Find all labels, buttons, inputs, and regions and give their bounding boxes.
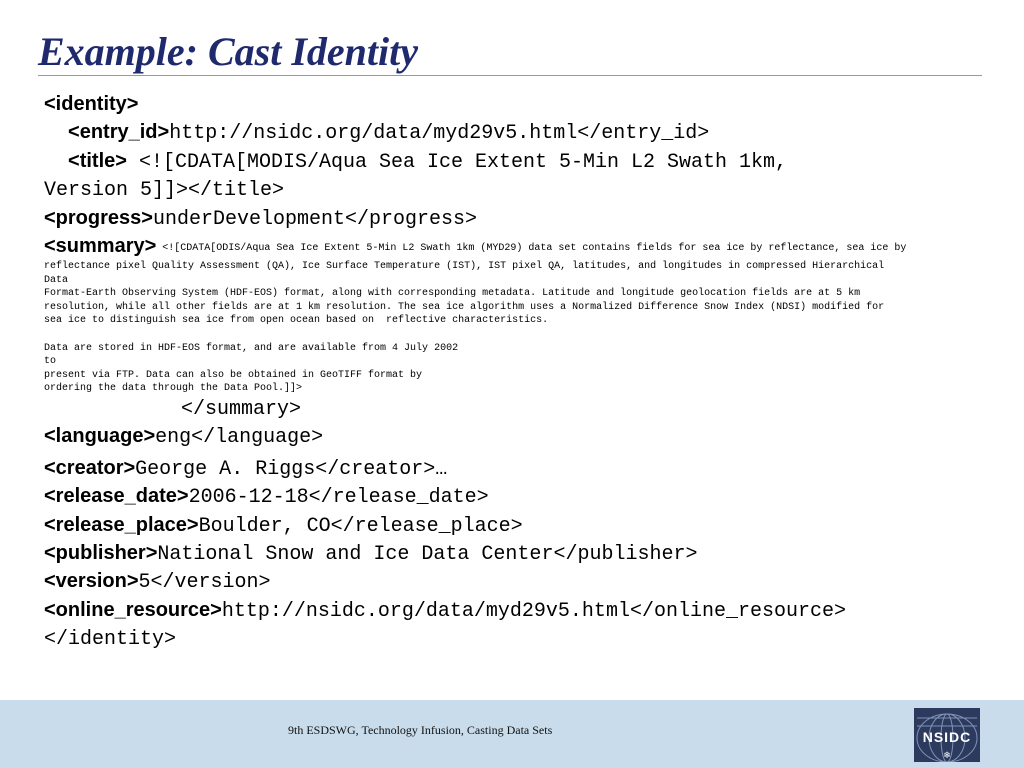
- xml-line-publisher: <publisher>National Snow and Ice Data Ce…: [44, 542, 698, 566]
- xml-line-identity-close: </identity>: [44, 628, 177, 652]
- xml-tag: <title>: [68, 149, 127, 172]
- footer-text: 9th ESDSWG, Technology Infusion, Casting…: [288, 723, 553, 737]
- xml-tag: <release_date>: [44, 485, 189, 508]
- xml-line-progress: <progress>underDevelopment</progress>: [44, 206, 478, 231]
- xml-line-release-date: <release_date>2006-12-18</release_date>: [44, 485, 489, 510]
- xml-tag: <publisher>: [44, 542, 158, 564]
- xml-tag: <version>: [44, 570, 139, 593]
- summary-text: reflectance pixel Quality Assessment (QA…: [44, 261, 885, 395]
- xml-content: <identity> <entry_id>http://nsidc.org/da…: [44, 91, 1019, 654]
- xml-line-version: <version>5</version>: [44, 570, 271, 595]
- summary-first-line: <![CDATA[ODIS/Aqua Sea Ice Extent 5-Min …: [156, 243, 907, 255]
- nsidc-logo: ❄ NSIDC: [914, 708, 980, 762]
- title-divider: [38, 75, 982, 76]
- slide-title: Example: Cast Identity: [38, 29, 418, 74]
- slide-footer: 9th ESDSWG, Technology Infusion, Casting…: [0, 700, 1024, 768]
- svg-text:❄: ❄: [943, 751, 951, 761]
- xml-line-release-place: <release_place>Boulder, CO</release_plac…: [44, 513, 523, 538]
- xml-tag: <release_place>: [44, 513, 199, 536]
- xml-tag: <identity>: [44, 93, 139, 115]
- xml-tag: <progress>: [44, 206, 153, 229]
- logo-wordmark: NSIDC: [922, 729, 972, 745]
- xml-tag: <language>: [44, 425, 156, 448]
- xml-line-summary-close: </summary>: [181, 397, 302, 421]
- xml-tag: <summary>: [44, 235, 157, 258]
- xml-line-online-resource: <online_resource>http://nsidc.org/data/m…: [44, 598, 846, 623]
- xml-line-summary-open: <summary> <![CDATA[ODIS/Aqua Sea Ice Ext…: [44, 233, 1019, 262]
- xml-line-language: <language>eng</language>: [44, 425, 324, 450]
- xml-line-entry-id: <entry_id>http://nsidc.org/data/myd29v5.…: [68, 121, 710, 146]
- xml-tag: <entry_id>: [68, 121, 170, 144]
- xml-line-title-cont: Version 5]]></title>: [44, 179, 285, 203]
- xml-tag: <creator>: [44, 456, 136, 479]
- xml-line-title: <title> <![CDATA[MODIS/Aqua Sea Ice Exte…: [68, 149, 788, 174]
- xml-line-identity-open: <identity>: [44, 91, 1019, 119]
- xml-line-creator: <creator>George A. Riggs</creator>…: [44, 456, 448, 481]
- xml-tag: <online_resource>: [44, 598, 222, 621]
